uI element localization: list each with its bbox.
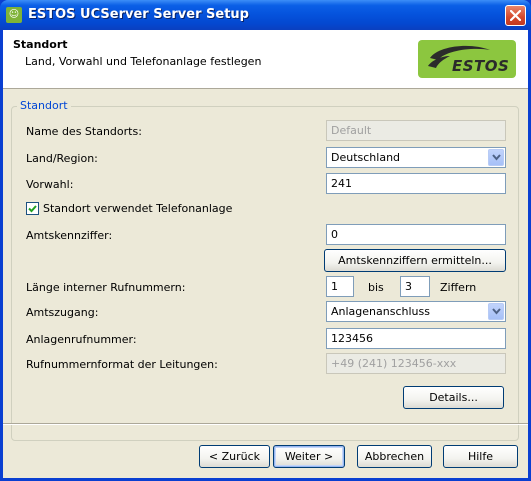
ext-length-to-word: bis <box>368 281 384 294</box>
dialog-client: Standort Land, Vorwahl und Telefonanlage… <box>3 30 528 478</box>
location-group-title: Standort <box>17 99 71 112</box>
detect-prefix-button[interactable]: Amtskennziffern ermitteln... <box>324 249 506 272</box>
next-button[interactable]: Weiter > <box>273 445 345 468</box>
setup-window: ☺ ESTOS UCServer Server Setup Standort L… <box>0 0 531 481</box>
uses-pbx-checkbox[interactable] <box>26 202 39 215</box>
chevron-down-icon <box>492 308 501 315</box>
ext-length-unit: Ziffern <box>440 281 477 294</box>
close-icon <box>510 10 521 21</box>
pbx-number-input[interactable]: 123456 <box>326 328 506 349</box>
trunk-prefix-label: Amtskennziffer: <box>26 229 113 242</box>
country-select[interactable]: Deutschland <box>326 147 506 168</box>
area-code-input[interactable]: 241 <box>326 173 506 194</box>
checkmark-icon <box>28 205 37 213</box>
page-title: Standort <box>13 38 68 51</box>
number-format-field: +49 (241) 123456-xxx <box>326 353 506 374</box>
close-button[interactable] <box>505 5 526 26</box>
back-button[interactable]: < Zurück <box>199 445 270 468</box>
window-title: ESTOS UCServer Server Setup <box>28 7 249 22</box>
estos-logo: ESTOS <box>418 40 516 78</box>
country-label: Land/Region: <box>26 152 98 165</box>
wizard-header: Standort Land, Vorwahl und Telefonanlage… <box>3 30 528 89</box>
cancel-button[interactable]: Abbrechen <box>357 445 432 468</box>
line-access-label: Amtszugang: <box>26 306 99 319</box>
country-value: Deutschland <box>331 151 401 164</box>
line-access-dropdown-button[interactable] <box>488 303 504 320</box>
help-button[interactable]: Hilfe <box>443 445 518 468</box>
app-icon: ☺ <box>6 7 22 23</box>
chevron-down-icon <box>492 154 501 161</box>
number-format-label: Rufnummernformat der Leitungen: <box>26 358 218 371</box>
ext-length-label: Länge interner Rufnummern: <box>26 281 186 294</box>
ext-length-from-input[interactable]: 1 <box>326 276 354 297</box>
uses-pbx-label[interactable]: Standort verwendet Telefonanlage <box>43 202 232 215</box>
ext-length-to-input[interactable]: 3 <box>400 276 430 297</box>
trunk-prefix-input[interactable]: 0 <box>326 224 506 245</box>
page-subtitle: Land, Vorwahl und Telefonanlage festlege… <box>25 55 262 68</box>
footer-divider <box>3 423 528 425</box>
pbx-number-label: Anlagenrufnummer: <box>26 333 137 346</box>
title-bar[interactable]: ☺ ESTOS UCServer Server Setup <box>0 0 531 30</box>
area-code-label: Vorwahl: <box>26 178 74 191</box>
name-field: Default <box>326 120 506 141</box>
line-access-value: Anlagenanschluss <box>331 305 430 318</box>
line-access-select[interactable]: Anlagenanschluss <box>326 301 506 322</box>
country-dropdown-button[interactable] <box>488 149 504 166</box>
details-button[interactable]: Details... <box>403 386 504 409</box>
logo-text: ESTOS <box>452 57 510 75</box>
name-label: Name des Standorts: <box>26 125 142 138</box>
